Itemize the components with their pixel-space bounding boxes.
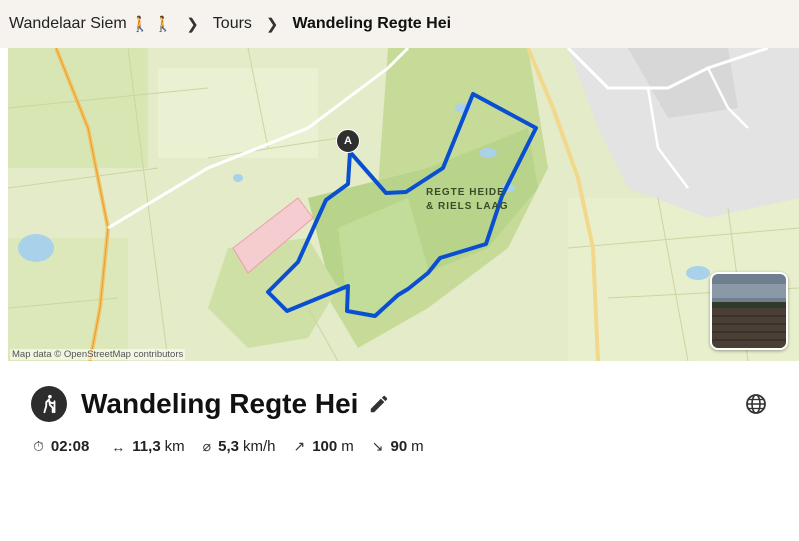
uphill-unit: m [341, 438, 354, 455]
downhill-unit: m [411, 438, 424, 455]
uphill-value: 100 [312, 438, 338, 455]
stat-speed: ⌀ 5,3 km/h [203, 438, 276, 455]
tour-header: Wandeling Regte Hei [31, 386, 390, 422]
breadcrumb-tours-link[interactable]: Tours [213, 15, 252, 33]
uphill-arrow-icon: ↗ [293, 438, 306, 454]
tour-stats: ⏱ 02:08 ↔ 11,3 km ⌀ 5,3 km/h ↗ 100 m ↘ 9… [33, 438, 442, 455]
breadcrumb: Wandelaar Siem 🚶 🚶 ❯ Tours ❯ Wandeling R… [0, 0, 799, 48]
stat-duration: ⏱ 02:08 [33, 438, 93, 455]
chevron-right-icon: ❯ [265, 16, 279, 33]
stat-uphill: ↗ 100 m [293, 438, 353, 455]
map-canvas: REGTE HEIDE & RIELS LAAG [8, 48, 799, 361]
route-start-marker[interactable]: A [336, 129, 360, 153]
map-attribution: Map data © OpenStreetMap contributors [10, 349, 186, 360]
route-map[interactable]: REGTE HEIDE & RIELS LAAG A Map data © Op… [8, 48, 799, 361]
average-speed-icon: ⌀ [202, 438, 212, 454]
distance-unit: km [164, 438, 185, 455]
globe-icon[interactable] [744, 392, 768, 416]
tour-title: Wandeling Regte Hei [81, 388, 359, 419]
downhill-value: 90 [390, 438, 408, 455]
stopwatch-icon: ⏱ [33, 438, 44, 454]
stat-downhill: ↘ 90 m [372, 438, 424, 455]
distance-arrows-icon: ↔ [111, 438, 126, 455]
pencil-edit-icon[interactable] [368, 393, 390, 415]
walker-icon: 🚶 🚶 [130, 16, 173, 33]
speed-unit: km/h [242, 438, 276, 455]
breadcrumb-user-link[interactable]: Wandelaar Siem [9, 15, 127, 33]
breadcrumb-current: Wandeling Regte Hei [292, 15, 452, 32]
field-photo-image [712, 274, 786, 348]
hiking-icon [31, 386, 67, 422]
area-label-2: & RIELS LAAG [426, 201, 509, 212]
duration-value: 02:08 [50, 438, 90, 455]
distance-value: 11,3 [132, 438, 161, 455]
speed-value: 5,3 [218, 438, 239, 455]
tour-photo-thumbnail[interactable] [710, 272, 788, 350]
area-label-1: REGTE HEIDE [426, 187, 505, 198]
chevron-right-icon: ❯ [186, 16, 199, 33]
downhill-arrow-icon: ↘ [371, 438, 384, 454]
stat-distance: ↔ 11,3 km [111, 438, 184, 455]
